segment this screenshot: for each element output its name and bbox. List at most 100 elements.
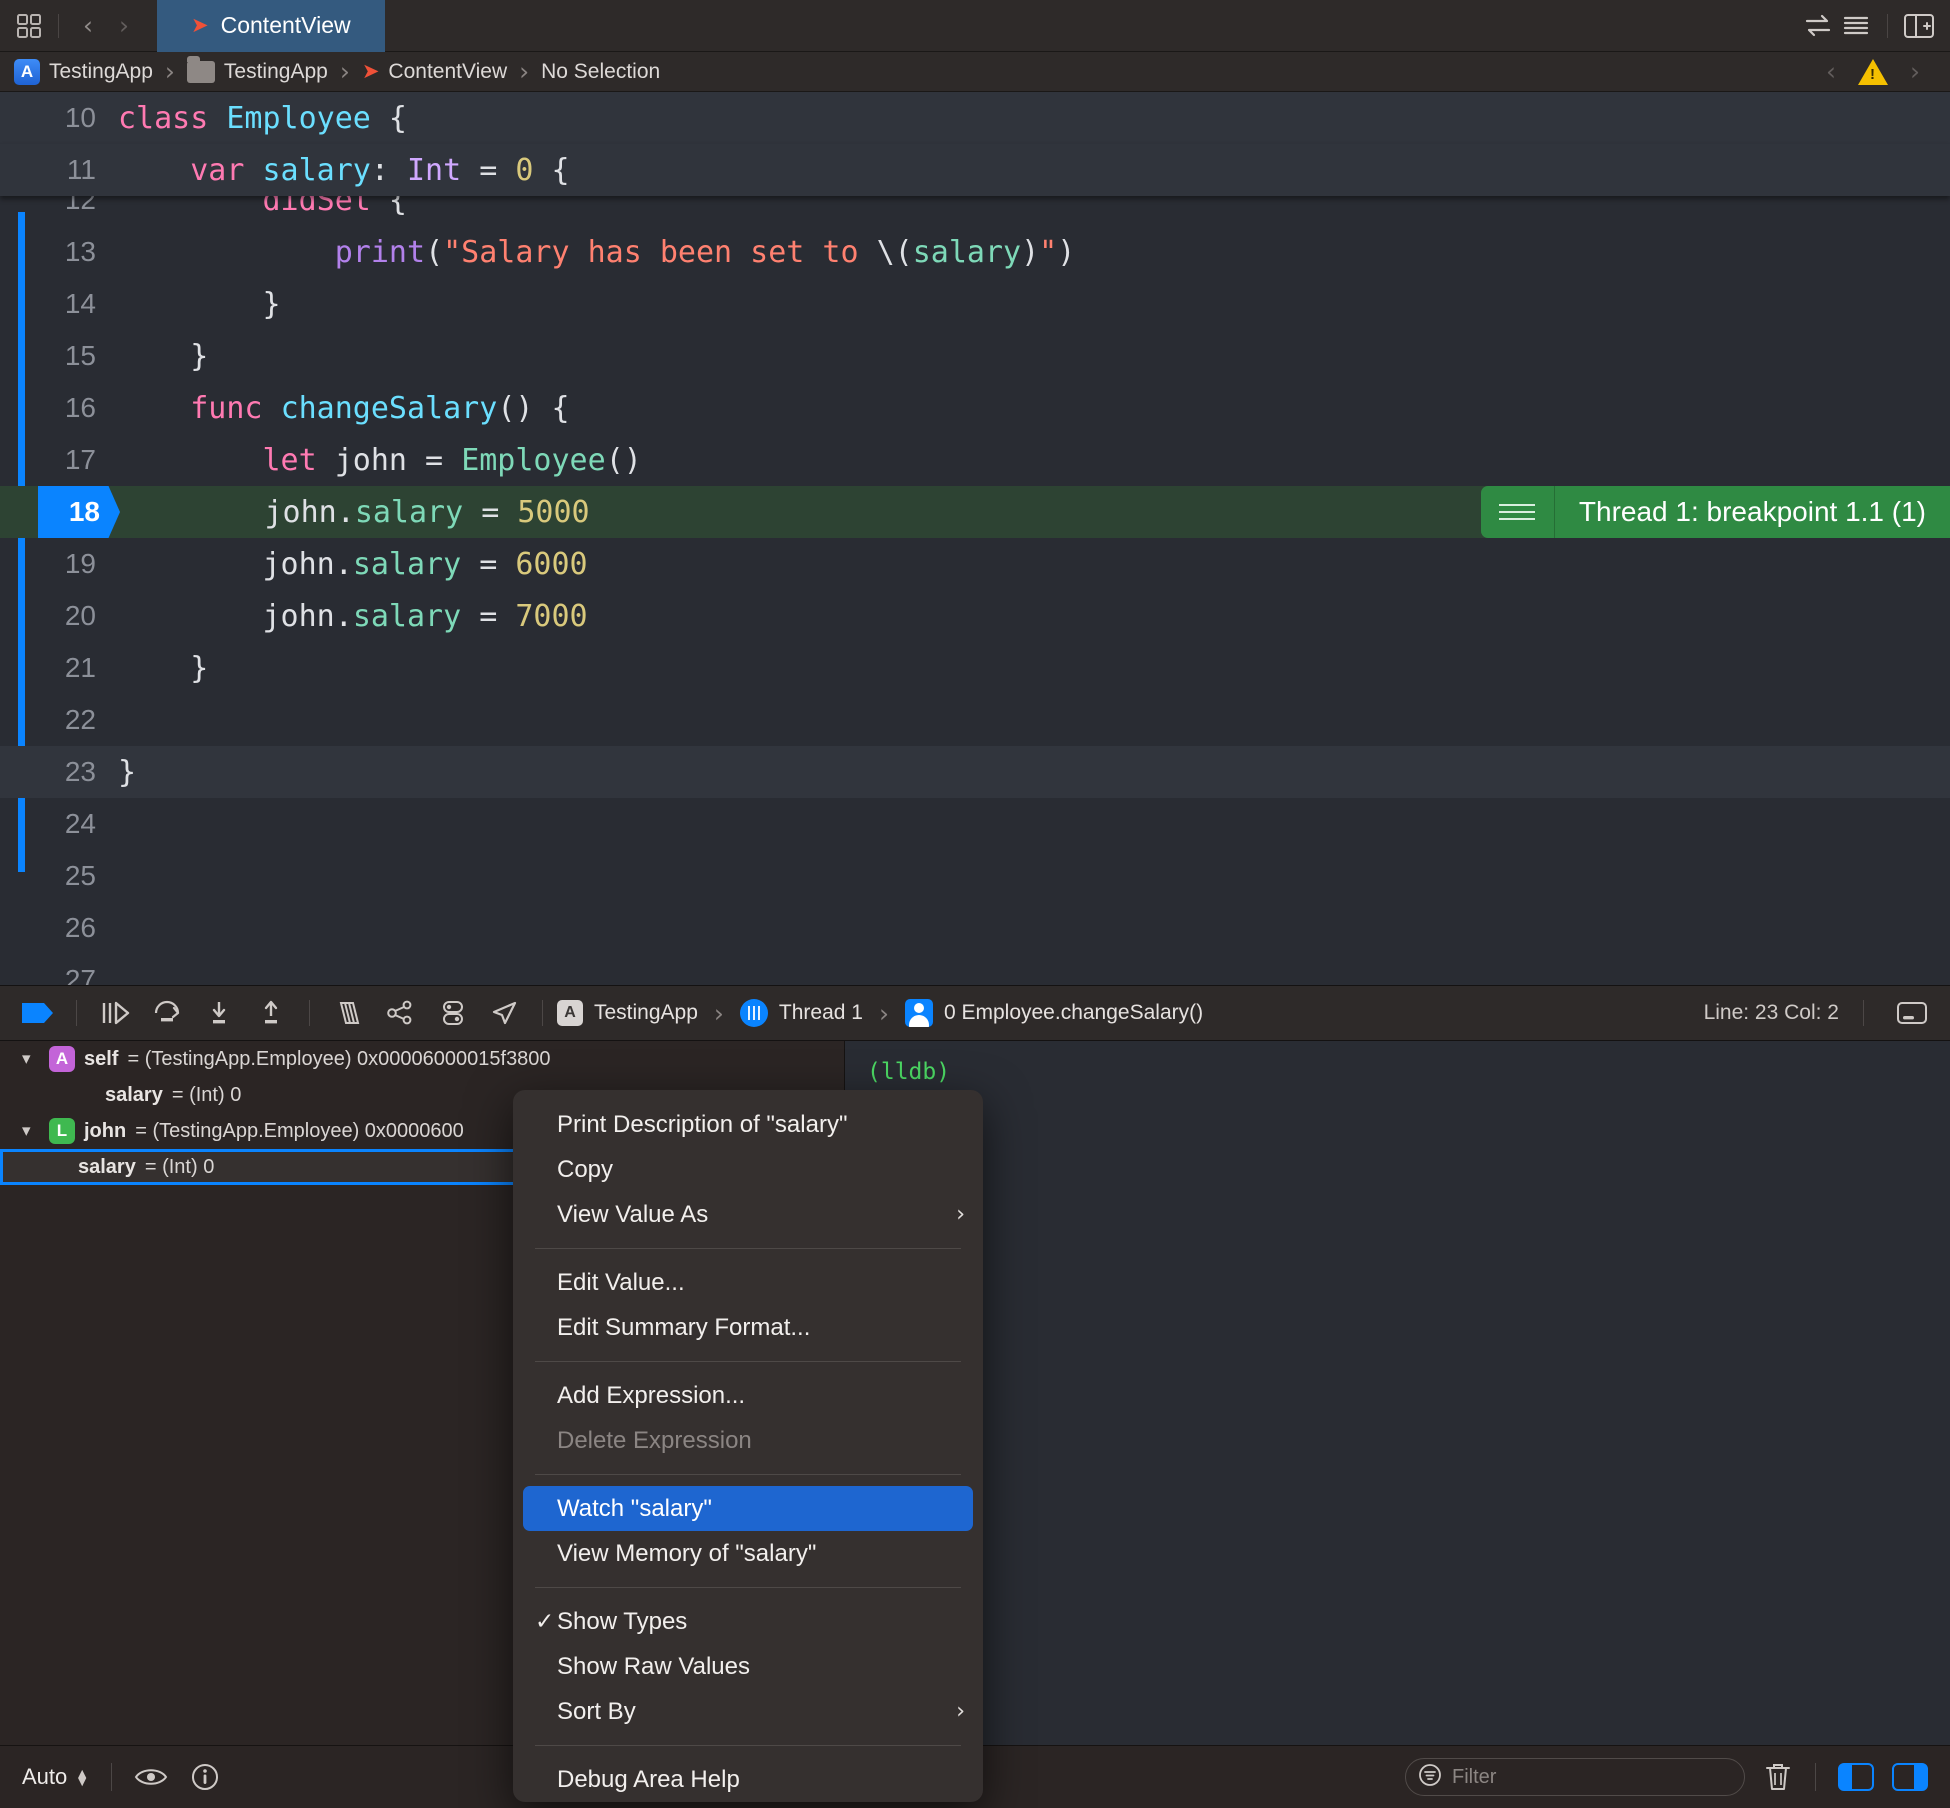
menu-item[interactable]: Copy <box>513 1147 983 1192</box>
code-line[interactable]: 21 } <box>0 642 1950 694</box>
menu-item[interactable]: Watch "salary" <box>523 1486 973 1531</box>
line-number[interactable]: 11 <box>0 154 118 186</box>
line-number[interactable]: 14 <box>0 288 118 320</box>
line-number[interactable]: 24 <box>0 808 118 840</box>
code-line[interactable]: 16 func changeSalary() { <box>0 382 1950 434</box>
environment-overrides-icon[interactable] <box>428 993 476 1033</box>
warning-triangle-icon[interactable] <box>1858 58 1888 85</box>
breadcrumb-item-project[interactable]: A TestingApp <box>14 58 153 85</box>
line-number[interactable]: 16 <box>0 392 118 424</box>
line-number[interactable]: 13 <box>0 236 118 268</box>
breadcrumb-item-folder[interactable]: TestingApp <box>186 55 328 84</box>
add-editor-icon[interactable] <box>1902 9 1936 43</box>
filter-input[interactable] <box>1452 1765 1732 1789</box>
next-issue-icon[interactable]: › <box>1898 59 1932 84</box>
step-out-icon[interactable] <box>247 993 295 1033</box>
line-number[interactable]: 26 <box>0 912 118 944</box>
breakpoints-toggle-icon[interactable] <box>14 993 62 1033</box>
menu-divider <box>535 1361 961 1362</box>
line-number[interactable]: 27 <box>0 964 118 985</box>
code-line[interactable]: 19 john.salary = 6000 <box>0 538 1950 590</box>
code-line[interactable]: 11 var salary: Int = 0 { <box>0 144 1950 196</box>
info-circle-icon[interactable] <box>190 1762 220 1792</box>
line-number[interactable]: 17 <box>0 444 118 476</box>
line-number[interactable]: 22 <box>0 704 118 736</box>
code-line[interactable]: 24 <box>0 798 1950 850</box>
step-into-icon[interactable] <box>195 993 243 1033</box>
console-view[interactable]: (lldb) <box>845 1041 1950 1745</box>
scope-popup[interactable]: Auto ▲ ▼ <box>22 1764 89 1790</box>
continue-icon[interactable] <box>91 993 139 1033</box>
line-number[interactable]: 20 <box>0 600 118 632</box>
breakpoint-annotation[interactable]: Thread 1: breakpoint 1.1 (1) <box>1480 486 1950 538</box>
menu-item[interactable]: Show Raw Values <box>513 1644 983 1689</box>
code-line[interactable]: 13 print("Salary has been set to \(salar… <box>0 226 1950 278</box>
line-number[interactable]: 15 <box>0 340 118 372</box>
menu-item[interactable]: View Memory of "salary" <box>513 1531 983 1576</box>
code-token: let <box>262 442 335 478</box>
menu-item[interactable]: ✓ Show Types <box>513 1599 983 1644</box>
code-token: } <box>118 286 281 322</box>
menu-item[interactable]: Add Expression... <box>513 1373 983 1418</box>
console-view-toggle-icon[interactable] <box>1892 1763 1928 1791</box>
menu-item[interactable]: Sort By › <box>513 1689 983 1734</box>
code-line[interactable]: 14 } <box>0 278 1950 330</box>
compare-versions-icon[interactable] <box>1801 9 1835 43</box>
code-line[interactable]: 22 <box>0 694 1950 746</box>
line-number[interactable]: 10 <box>0 102 118 134</box>
previous-issue-icon[interactable]: ‹ <box>1814 59 1848 84</box>
eye-icon[interactable] <box>134 1765 168 1789</box>
debug-crumb-frame[interactable]: 0 Employee.changeSalary() <box>904 999 1203 1027</box>
line-number[interactable]: 18 <box>38 486 120 538</box>
code-line[interactable]: 15 } <box>0 330 1950 382</box>
code-line[interactable]: 20 john.salary = 7000 <box>0 590 1950 642</box>
step-over-icon[interactable] <box>143 993 191 1033</box>
code-line[interactable]: 17 let john = Employee() <box>0 434 1950 486</box>
code-line[interactable]: 23} <box>0 746 1950 798</box>
view-hierarchy-icon[interactable] <box>324 993 372 1033</box>
annotation-grip-icon[interactable] <box>1480 486 1555 538</box>
location-simulate-icon[interactable] <box>480 993 528 1033</box>
menu-item[interactable]: Print Description of "salary" <box>513 1102 983 1147</box>
breadcrumb-item-file[interactable]: ➤ ContentView <box>362 60 507 84</box>
breadcrumb-item-selection[interactable]: No Selection <box>541 60 660 84</box>
code-line[interactable]: 27 <box>0 954 1950 985</box>
debug-crumb-app[interactable]: A TestingApp <box>557 1000 698 1026</box>
editor-layout-icon[interactable] <box>12 9 46 43</box>
line-number[interactable]: 12 <box>0 196 118 216</box>
code-lines[interactable]: 13 print("Salary has been set to \(salar… <box>0 226 1950 985</box>
minimap-icon[interactable] <box>1839 9 1873 43</box>
trash-icon[interactable] <box>1763 1761 1793 1793</box>
filter-field[interactable] <box>1405 1758 1745 1796</box>
chevron-left-icon[interactable]: ‹ <box>71 13 105 38</box>
folder-icon <box>186 55 215 83</box>
debug-crumb-thread[interactable]: Thread 1 <box>739 999 863 1027</box>
source-editor[interactable]: 10 class Employee {11 var salary: Int = 0… <box>0 92 1950 985</box>
line-number[interactable]: 21 <box>0 652 118 684</box>
line-number[interactable]: 19 <box>0 548 118 580</box>
variables-view-toggle-icon[interactable] <box>1838 1763 1874 1791</box>
menu-item[interactable]: Edit Value... <box>513 1260 983 1305</box>
chevron-right-icon: › <box>956 1202 965 1227</box>
tab-contentview[interactable]: ➤ ContentView <box>157 0 385 52</box>
code-line[interactable]: 26 <box>0 902 1950 954</box>
code-line[interactable]: 10 class Employee { <box>0 92 1950 144</box>
menu-item[interactable]: View Value As › <box>513 1192 983 1237</box>
code-line-breakpoint[interactable]: 18 john.salary = 5000 Thread 1: breakpoin… <box>0 486 1950 538</box>
memory-graph-icon[interactable] <box>376 993 424 1033</box>
variable-row[interactable]: ▾ Aself = (TestingApp.Employee) 0x0000600… <box>0 1041 844 1077</box>
line-number[interactable]: 23 <box>0 756 118 788</box>
disclosure-triangle-icon[interactable]: ▾ <box>22 1049 40 1069</box>
debug-crumb-label: Thread 1 <box>778 1001 863 1024</box>
line-number[interactable]: 25 <box>0 860 118 892</box>
menu-item[interactable]: Edit Summary Format... <box>513 1305 983 1350</box>
variable-context-menu[interactable]: Print Description of "salary" Copy View Va… <box>513 1090 983 1802</box>
disclosure-triangle-icon[interactable]: ▾ <box>22 1121 40 1141</box>
project-icon: A <box>14 58 40 85</box>
menu-item[interactable]: Debug Area Help <box>513 1757 983 1802</box>
chevron-right-icon[interactable]: › <box>107 13 141 38</box>
line-content: john.salary = 5000 <box>120 495 590 530</box>
code-line[interactable]: 25 <box>0 850 1950 902</box>
console-toggle-icon[interactable] <box>1888 993 1936 1033</box>
